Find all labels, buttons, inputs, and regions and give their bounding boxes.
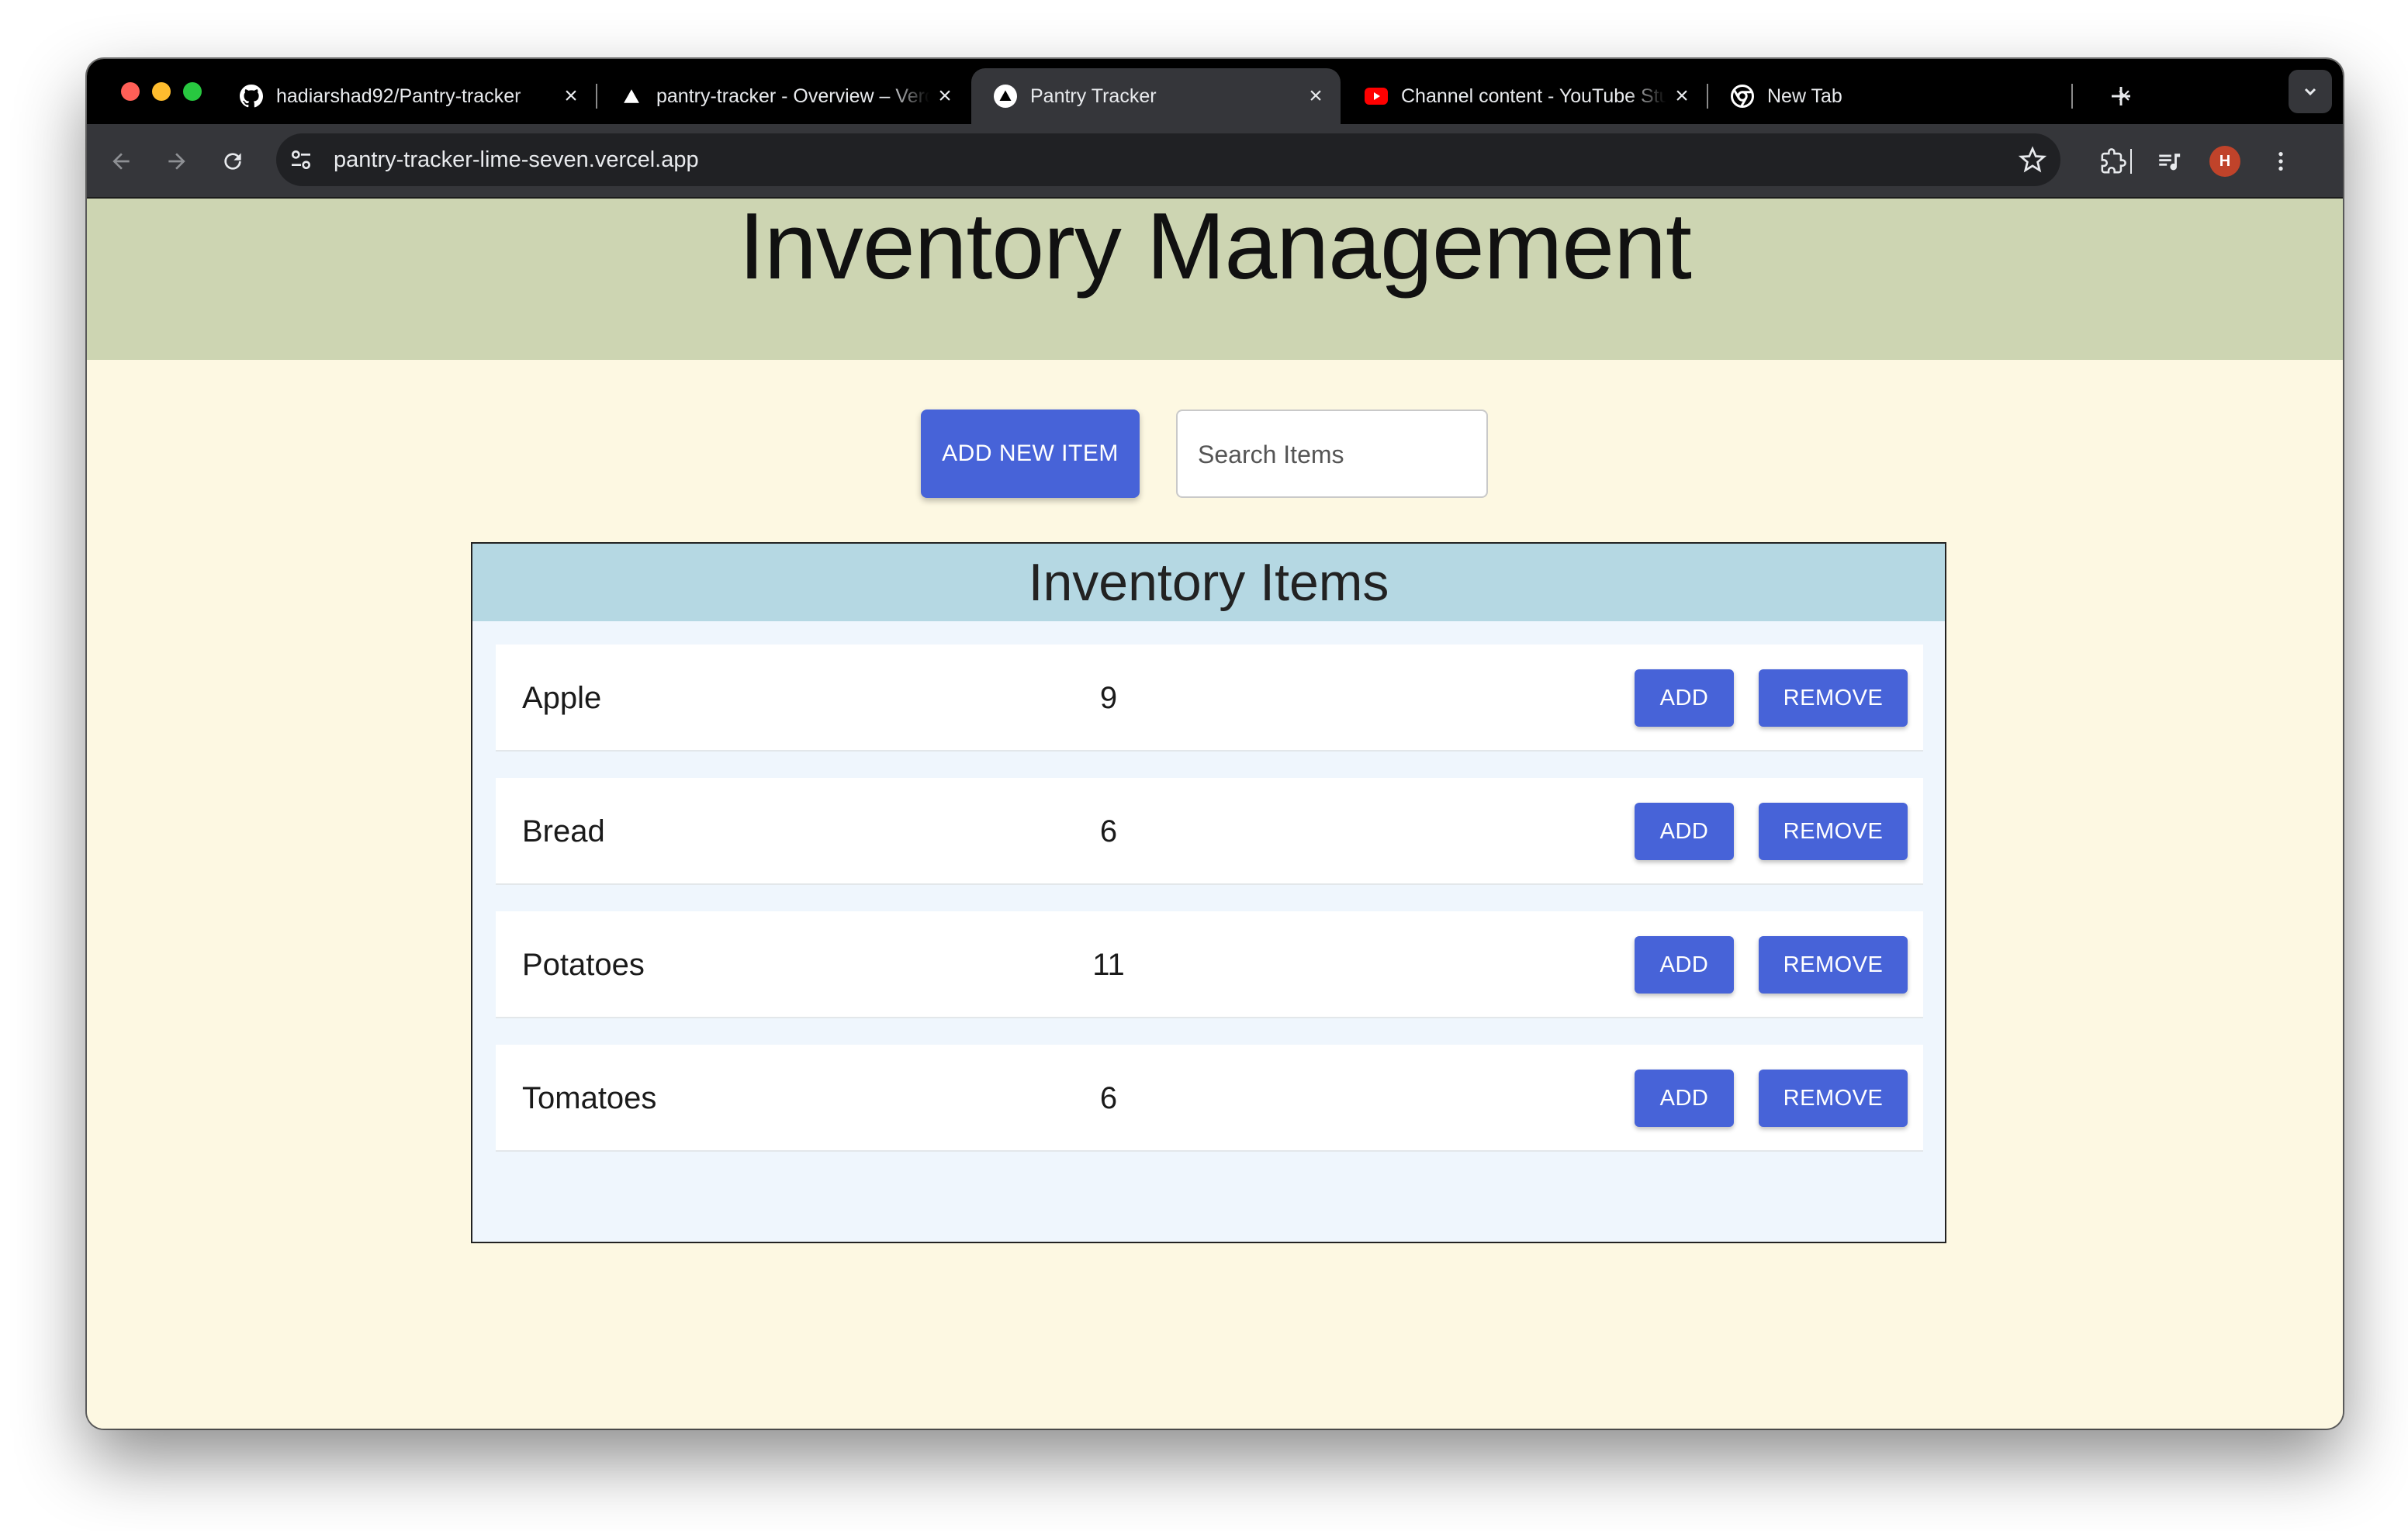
tab-youtube-studio[interactable]: Channel content - YouTube Studio × xyxy=(1342,68,1707,124)
page-content: Inventory Management ADD NEW ITEM Invent… xyxy=(87,193,2343,1429)
add-button[interactable]: ADD xyxy=(1635,669,1734,727)
site-settings-icon[interactable] xyxy=(289,147,313,176)
browser-window: hadiarshad92/Pantry-tracker × pantry-tra… xyxy=(87,59,2343,1429)
add-button[interactable]: ADD xyxy=(1635,1070,1734,1127)
item-name: Potatoes xyxy=(522,948,645,982)
close-window-button[interactable] xyxy=(121,82,140,101)
close-icon[interactable]: × xyxy=(929,83,960,109)
reload-button[interactable] xyxy=(214,143,251,180)
url-text: pantry-tracker-lime-seven.vercel.app xyxy=(334,147,699,172)
new-tab-button[interactable] xyxy=(2098,73,2144,119)
close-icon[interactable]: × xyxy=(555,83,586,109)
item-name: Apple xyxy=(522,681,602,715)
close-icon[interactable]: × xyxy=(1666,83,1697,109)
item-quantity: 6 xyxy=(1099,814,1118,848)
tab-vercel-overview[interactable]: pantry-tracker - Overview – Vercel × xyxy=(597,68,970,124)
tab-divider xyxy=(2071,84,2073,109)
more-vertical-icon xyxy=(2278,152,2283,171)
vercel-icon xyxy=(619,84,644,109)
remove-button[interactable]: REMOVE xyxy=(1759,669,1908,727)
item-quantity: 11 xyxy=(1092,948,1125,982)
back-button[interactable] xyxy=(102,143,140,180)
puzzle-icon xyxy=(2101,148,2126,174)
page-title: Inventory Management xyxy=(739,193,1692,299)
tab-title: pantry-tracker - Overview – Vercel xyxy=(656,85,929,107)
inventory-header: Inventory Items xyxy=(472,544,1945,621)
profile-button[interactable]: H xyxy=(2206,143,2244,180)
item-quantity: 6 xyxy=(1099,1081,1118,1115)
avatar: H xyxy=(2209,146,2240,177)
close-icon[interactable]: × xyxy=(1300,83,1331,109)
youtube-icon xyxy=(1364,84,1389,109)
inventory-panel: Inventory Items Apple 9 ADD REMOVE Bread… xyxy=(471,542,1946,1243)
remove-button[interactable]: REMOVE xyxy=(1759,1070,1908,1127)
media-controls-button[interactable] xyxy=(2150,143,2188,180)
tab-strip: hadiarshad92/Pantry-tracker × pantry-tra… xyxy=(87,59,2343,124)
toolbar-divider xyxy=(2130,149,2132,174)
extensions-button[interactable] xyxy=(2095,143,2132,180)
item-name: Tomatoes xyxy=(522,1081,657,1115)
inventory-row: Potatoes 11 ADD REMOVE xyxy=(496,911,1923,1018)
tab-pantry-tracker[interactable]: Pantry Tracker × xyxy=(971,68,1341,124)
chrome-menu-button[interactable] xyxy=(2262,143,2299,180)
arrow-left-icon xyxy=(112,153,130,170)
bookmark-star-icon[interactable] xyxy=(2018,146,2047,178)
maximize-window-button[interactable] xyxy=(183,82,202,101)
tab-title: Pantry Tracker xyxy=(1030,85,1157,107)
inventory-row: Apple 9 ADD REMOVE xyxy=(496,645,1923,752)
remove-button[interactable]: REMOVE xyxy=(1759,803,1908,860)
search-input[interactable] xyxy=(1178,411,1479,498)
search-box xyxy=(1176,410,1488,498)
browser-toolbar: pantry-tracker-lime-seven.vercel.app H xyxy=(87,124,2343,199)
plus-icon xyxy=(2112,87,2130,105)
tab-title: New Tab xyxy=(1767,85,1842,107)
inventory-row: Tomatoes 6 ADD REMOVE xyxy=(496,1045,1923,1152)
inventory-row: Bread 6 ADD REMOVE xyxy=(496,778,1923,885)
github-icon xyxy=(239,84,264,109)
add-button[interactable]: ADD xyxy=(1635,936,1734,994)
item-quantity: 9 xyxy=(1099,681,1118,715)
tab-new-tab[interactable]: New Tab × xyxy=(1708,68,2149,124)
chrome-icon xyxy=(1730,84,1755,109)
header-band: Inventory Management xyxy=(87,193,2343,360)
arrow-right-icon xyxy=(168,153,185,170)
tab-github[interactable]: hadiarshad92/Pantry-tracker × xyxy=(217,68,596,124)
chevron-down-icon xyxy=(2304,88,2316,96)
tab-title: hadiarshad92/Pantry-tracker xyxy=(276,85,521,107)
tab-title: Channel content - YouTube Studio xyxy=(1401,85,1666,107)
add-button[interactable]: ADD xyxy=(1635,803,1734,860)
address-bar[interactable]: pantry-tracker-lime-seven.vercel.app xyxy=(276,133,2060,186)
inventory-title: Inventory Items xyxy=(1028,553,1389,612)
minimize-window-button[interactable] xyxy=(152,82,171,101)
vercel-icon xyxy=(993,84,1018,109)
tab-search-button[interactable] xyxy=(2289,70,2332,113)
forward-button[interactable] xyxy=(158,143,195,180)
remove-button[interactable]: REMOVE xyxy=(1759,936,1908,994)
add-new-item-button[interactable]: ADD NEW ITEM xyxy=(921,410,1140,498)
playlist-music-icon xyxy=(2159,154,2181,171)
item-name: Bread xyxy=(522,814,605,848)
reload-icon xyxy=(224,153,241,170)
